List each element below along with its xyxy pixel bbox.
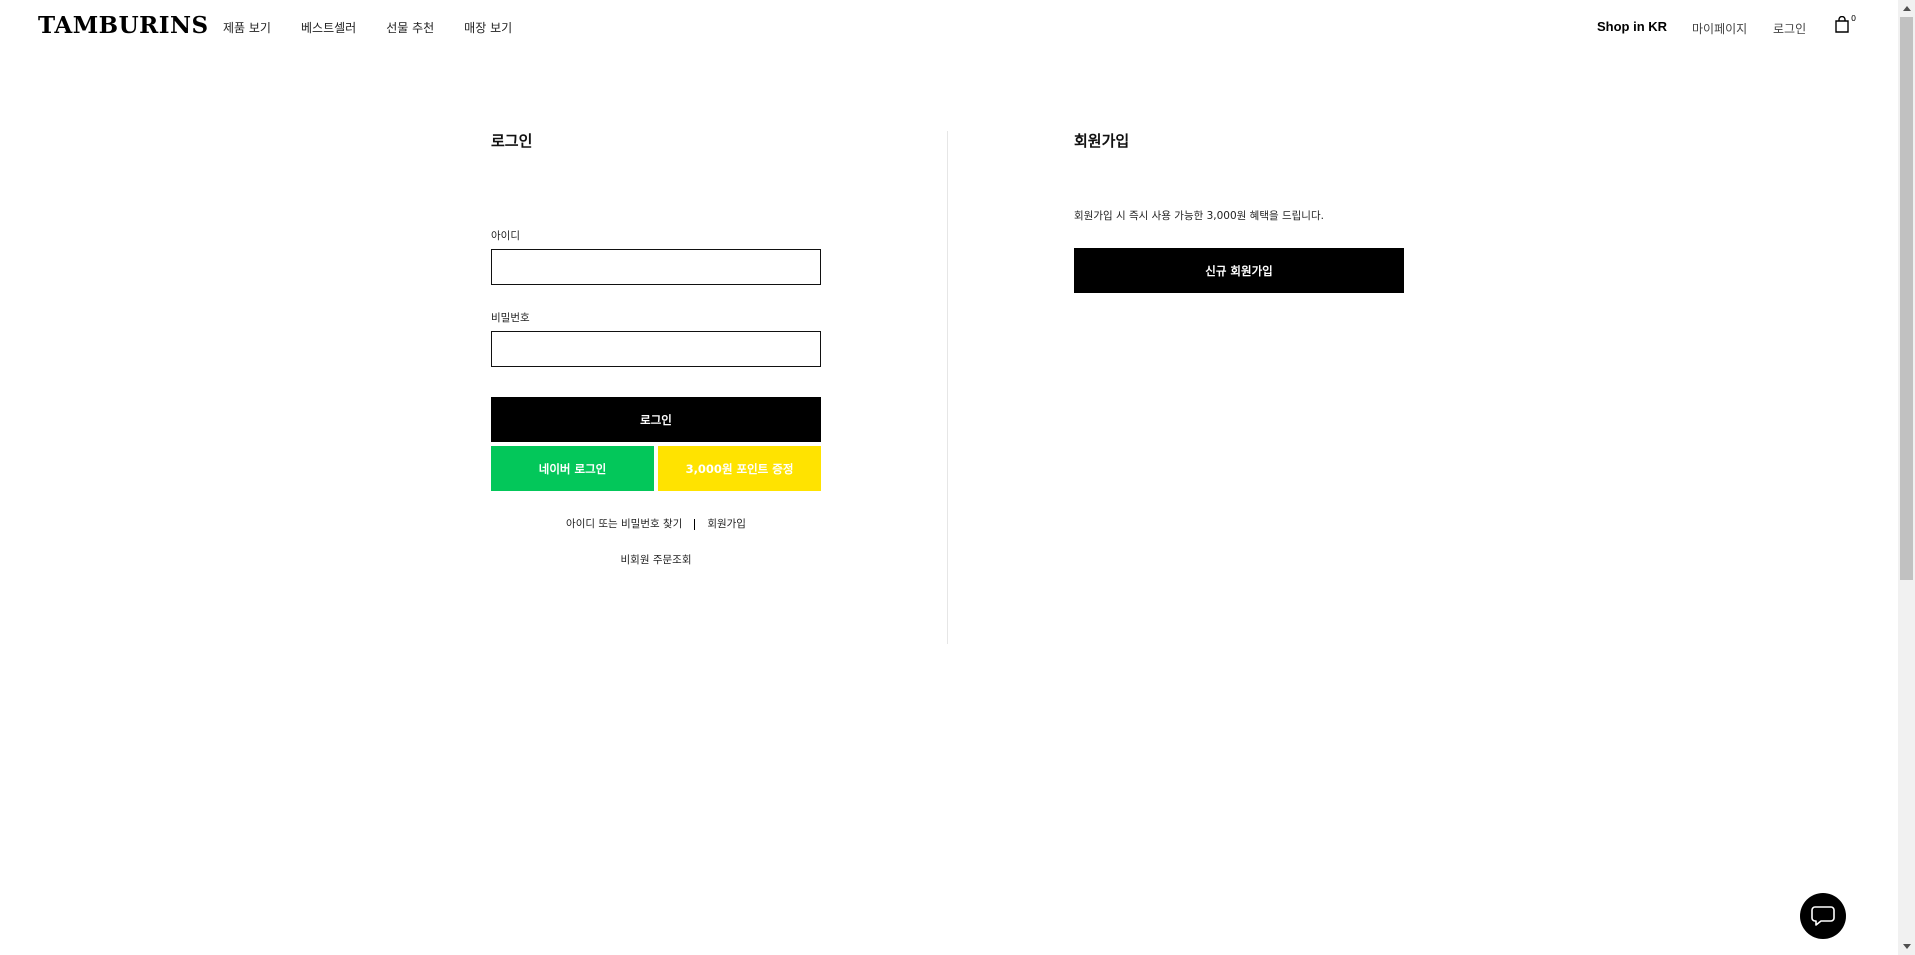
nav-item-stores[interactable]: 매장 보기 [464,19,512,36]
guest-order-link[interactable]: 비회원 주문조회 [621,554,692,566]
mypage-link[interactable]: 마이페이지 [1692,20,1747,37]
join-link[interactable]: 회원가입 [707,518,746,530]
scroll-down-arrow-icon[interactable] [1898,938,1915,955]
login-button[interactable]: 로그인 [491,397,821,442]
nav-item-bestseller[interactable]: 베스트셀러 [301,19,356,36]
account-links: 아이디 또는 비밀번호 찾기 회원가입 [491,516,821,531]
social-login-row: 네이버 로그인 3,000원 포인트 증정 [491,446,821,491]
join-section: 회원가입 회원가입 시 즉시 사용 가능한 3,000원 혜택을 드립니다. 신… [1074,131,1404,293]
link-separator [694,518,696,530]
chat-bubble-icon [1811,906,1835,926]
password-label: 비밀번호 [491,312,530,324]
join-title: 회원가입 [1074,132,1130,150]
id-label: 아이디 [491,230,520,242]
header-login-link[interactable]: 로그인 [1773,20,1806,37]
signup-button[interactable]: 신규 회원가입 [1074,248,1404,293]
column-divider [947,131,948,644]
login-title: 로그인 [491,132,533,150]
find-id-password-link[interactable]: 아이디 또는 비밀번호 찾기 [566,518,682,530]
naver-login-button[interactable]: 네이버 로그인 [491,446,654,491]
guest-order-row: 비회원 주문조회 [491,552,821,567]
main-nav: 제품 보기 베스트셀러 선물 추천 매장 보기 [223,19,542,36]
brand-logo[interactable]: TAMBURINS [38,12,209,39]
join-benefit-text: 회원가입 시 즉시 사용 가능한 3,000원 혜택을 드립니다. [1074,210,1324,222]
nav-item-gift[interactable]: 선물 추천 [386,19,434,36]
nav-item-products[interactable]: 제품 보기 [223,19,271,36]
cart-count-badge: 0 [1851,14,1857,23]
login-section: 로그인 아이디 비밀번호 로그인 네이버 로그인 3,000원 포인트 증정 아… [491,131,821,567]
shop-region-link[interactable]: Shop in KR [1597,19,1667,34]
scroll-thumb[interactable] [1900,17,1913,580]
point-gift-button[interactable]: 3,000원 포인트 증정 [658,446,821,491]
chat-button[interactable] [1800,893,1846,939]
scroll-up-arrow-icon[interactable] [1898,0,1915,17]
page-scrollbar[interactable] [1898,0,1915,955]
password-input[interactable] [491,331,821,367]
id-input[interactable] [491,249,821,285]
